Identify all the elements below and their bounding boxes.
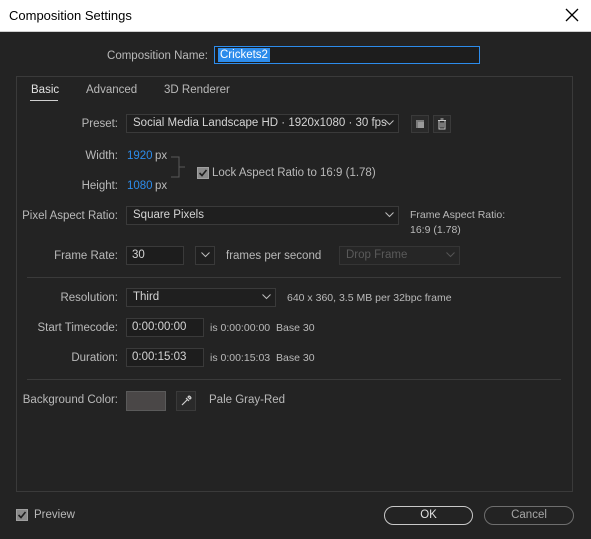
background-color-name: Pale Gray-Red (209, 394, 286, 406)
tab-advanced[interactable]: Advanced (86, 84, 137, 96)
preset-dropdown[interactable]: Social Media Landscape HD · 1920x1080 · … (126, 114, 399, 133)
pixel-aspect-dropdown[interactable]: Square Pixels (126, 206, 399, 225)
save-preset-icon (416, 120, 424, 128)
checkmark-icon (17, 511, 27, 519)
background-color-label: Background Color: (22, 394, 118, 406)
frame-rate-value: 30 (132, 249, 145, 261)
lock-aspect-checkbox[interactable] (197, 167, 209, 179)
eyedropper-icon (181, 395, 192, 406)
preview-label: Preview (34, 509, 75, 521)
chevron-down-icon (385, 212, 394, 218)
width-value[interactable]: 1920 (127, 150, 153, 162)
height-unit: px (155, 180, 168, 192)
duration-is: is 0:00:15:03 (210, 352, 271, 364)
frame-aspect-value: 16:9 (1.78) (410, 224, 461, 236)
pixel-aspect-label: Pixel Aspect Ratio: (22, 210, 118, 222)
chevron-down-icon (385, 120, 394, 126)
chevron-down-icon (262, 294, 271, 300)
start-timecode-value: 0:00:00:00 (132, 321, 187, 333)
preset-value: Social Media Landscape HD · 1920x1080 · … (133, 117, 387, 129)
resolution-dropdown[interactable]: Third (126, 288, 276, 307)
title-bar: Composition Settings (0, 0, 591, 32)
composition-name-value: Crickets2 (218, 48, 270, 62)
width-label: Width: (85, 150, 118, 162)
checkmark-icon (198, 169, 208, 177)
frame-rate-label: Frame Rate: (54, 250, 118, 262)
tab-3d-renderer[interactable]: 3D Renderer (164, 84, 230, 96)
width-unit: px (155, 150, 168, 162)
frame-aspect-label: Frame Aspect Ratio: (410, 209, 506, 221)
aspect-link-bracket (171, 156, 185, 178)
start-timecode-input[interactable]: 0:00:00:00 (126, 318, 204, 337)
settings-panel (16, 76, 573, 492)
tab-basic[interactable]: Basic (31, 84, 59, 96)
dialog-title: Composition Settings (9, 8, 132, 23)
divider (27, 277, 561, 278)
duration-value: 0:00:15:03 (132, 351, 187, 363)
lock-aspect-label: Lock Aspect Ratio to 16:9 (1.78) (212, 167, 376, 179)
duration-label: Duration: (71, 352, 118, 364)
chevron-down-icon (446, 252, 455, 258)
composition-name-label: Composition Name: (107, 50, 208, 62)
resolution-value: Third (133, 291, 160, 303)
duration-input[interactable]: 0:00:15:03 (126, 348, 204, 367)
divider (27, 379, 561, 380)
resolution-info: 640 x 360, 3.5 MB per 32bpc frame (287, 292, 452, 304)
background-color-swatch[interactable] (126, 391, 166, 411)
save-preset-button[interactable] (411, 115, 429, 133)
frame-rate-unit: frames per second (226, 250, 322, 262)
cancel-button[interactable]: Cancel (484, 506, 574, 525)
drop-frame-value: Drop Frame (346, 249, 408, 261)
pixel-aspect-value: Square Pixels (133, 209, 204, 221)
trash-icon (438, 118, 446, 130)
delete-preset-button[interactable] (433, 115, 451, 133)
composition-name-input[interactable]: Crickets2 (214, 46, 480, 64)
frame-rate-dropdown[interactable] (195, 246, 215, 265)
preview-checkbox[interactable] (16, 509, 28, 521)
preset-label: Preset: (81, 118, 118, 130)
eyedropper-button[interactable] (176, 391, 196, 411)
close-icon[interactable] (561, 4, 583, 26)
active-tab-indicator (30, 100, 58, 101)
drop-frame-dropdown: Drop Frame (339, 246, 460, 265)
start-timecode-base: Base 30 (276, 322, 315, 334)
start-timecode-label: Start Timecode: (37, 322, 118, 334)
frame-rate-input[interactable]: 30 (126, 246, 184, 265)
resolution-label: Resolution: (60, 292, 118, 304)
height-value[interactable]: 1080 (127, 180, 153, 192)
composition-settings-dialog: Composition Settings Composition Name: C… (0, 0, 591, 539)
height-label: Height: (81, 180, 118, 192)
chevron-down-icon (201, 252, 210, 258)
start-timecode-is: is 0:00:00:00 (210, 322, 271, 334)
duration-base: Base 30 (276, 352, 315, 364)
ok-button[interactable]: OK (384, 506, 473, 525)
